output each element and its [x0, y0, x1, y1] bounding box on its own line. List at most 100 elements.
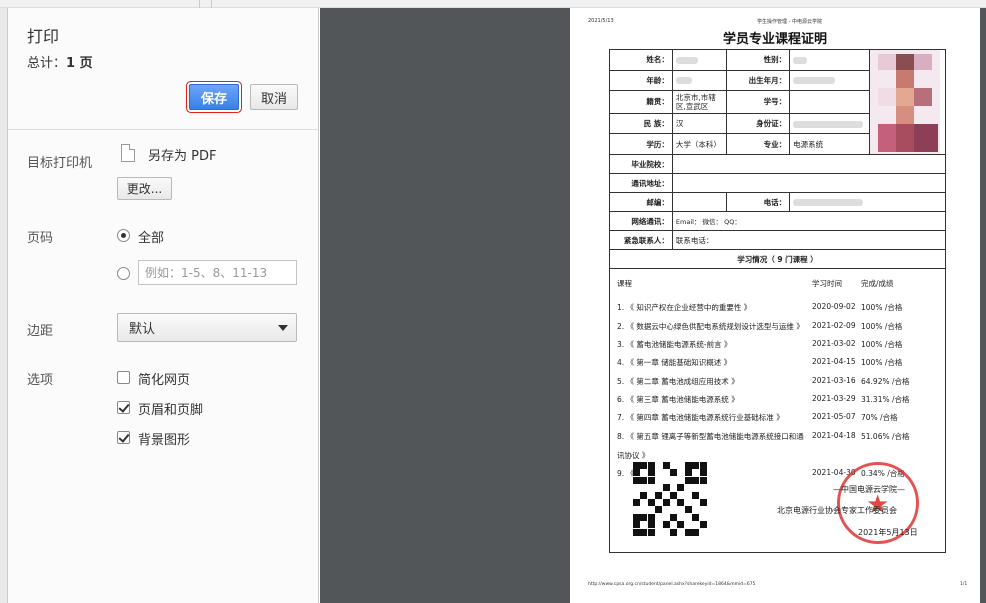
qr-module — [640, 528, 648, 536]
qr-module — [655, 506, 663, 514]
preview-page: 2021/5/13 学生操作管理 - 中电源云学院 学员专业课程证明 姓名： 性… — [570, 8, 980, 603]
qr-module — [655, 491, 663, 499]
qr-module — [699, 521, 707, 529]
table-cell: 身份证： — [726, 112, 791, 135]
headers-footers-checkbox[interactable] — [117, 401, 130, 414]
page-total-label: 总计： — [27, 56, 67, 71]
table-cell — [789, 90, 871, 114]
table-cell — [671, 49, 728, 71]
table-cell — [671, 173, 947, 193]
table-cell: 邮编： — [609, 192, 673, 212]
course-result: 70% /合格 — [861, 413, 898, 422]
qr-module — [662, 521, 670, 529]
qr-module — [692, 462, 700, 469]
qr-module — [640, 491, 648, 499]
page-header-date: 2021/5/13 — [588, 18, 614, 24]
column-header-time: 学习时间 — [812, 279, 842, 288]
table-cell — [671, 192, 728, 212]
document-icon — [121, 144, 135, 162]
table-cell: 专业： — [726, 133, 791, 155]
table-row: 姓名： 性别： — [609, 49, 946, 155]
table-cell — [789, 112, 871, 135]
pages-all-radio[interactable] — [117, 229, 130, 242]
signature-org2: 北京电源行业协会专家工作委员会 — [777, 506, 897, 515]
course-result: 100% /合格 — [861, 340, 903, 349]
margins-select[interactable]: 默认 — [117, 313, 297, 342]
course-row: 8. 《 第五章 锂离子等新型蓄电池储能电源系统接口和通 2021-04-18 51… — [617, 431, 942, 443]
qr-module — [684, 528, 692, 536]
qr-module — [670, 513, 677, 521]
qr-module — [633, 528, 640, 536]
qr-module — [677, 521, 685, 529]
qr-module — [684, 476, 692, 484]
course-time: 2021-03-16 — [812, 376, 856, 385]
pages-custom-input[interactable]: 例如：1-5、8、11-13 — [138, 260, 297, 285]
table-row: 网络通讯： Email： 微信： QQ： — [609, 211, 947, 231]
redacted-value — [793, 56, 808, 64]
column-header-result: 完成/成绩 — [861, 279, 894, 288]
course-result: 64.92% /合格 — [861, 377, 910, 386]
course-course: 3. 《 蓄电池储能电源系统-前言 》 — [617, 340, 732, 349]
table-cell: 年龄： — [609, 69, 673, 92]
photo-cell — [869, 49, 946, 155]
table-cell — [789, 49, 871, 71]
course-time: 2021-02-09 — [812, 321, 856, 330]
qr-module — [640, 476, 648, 484]
table-row: 毕业院校： — [609, 154, 947, 174]
tab-strip-segment — [200, 0, 212, 8]
course-time: 2021-03-02 — [812, 339, 856, 348]
simplify-page-checkbox[interactable] — [117, 371, 130, 384]
qr-module — [647, 528, 655, 536]
signature-org1: —中国电源云学院— — [833, 485, 905, 494]
course-course: 4. 《 第一章 储能基础知识概述 》 — [617, 358, 732, 367]
student-info-table: 姓名： 性别： 年龄： 出生年月： 籍贯： 北京市,市辖区,宣武区 学号： 民 … — [609, 49, 947, 269]
course-time: 2021-04-18 — [812, 431, 856, 440]
qr-module — [647, 499, 655, 506]
course-course: 讯协议 》 — [617, 451, 650, 460]
qr-module — [633, 499, 640, 506]
redacted-value — [675, 56, 698, 64]
redacted-value — [793, 199, 864, 206]
course-result: 100% /合格 — [861, 322, 903, 331]
qr-module — [677, 499, 685, 506]
table-row: 邮编： 电话： — [609, 192, 946, 212]
qr-module — [647, 462, 655, 469]
qr-module — [692, 528, 700, 536]
qr-module — [633, 469, 640, 477]
course-row: 3. 《 蓄电池储能电源系统-前言 》 2021-03-02 100% /合格 — [617, 339, 942, 351]
table-cell: 联系电话： — [671, 230, 947, 250]
course-course: 8. 《 第五章 锂离子等新型蓄电池储能电源系统接口和通 — [617, 432, 804, 441]
save-button[interactable]: 保存 — [189, 84, 239, 110]
course-time: 2021-04-15 — [812, 357, 856, 366]
change-destination-button[interactable]: 更改... — [117, 177, 172, 200]
background-graphics-checkbox[interactable] — [117, 431, 130, 444]
course-result: 51.06% /合格 — [861, 432, 910, 441]
course-course: 6. 《 第三章 蓄电池储能电源系统 》 — [617, 395, 739, 404]
page-total-value: 1 页 — [66, 56, 93, 71]
course-row: 7. 《 第四章 蓄电池储能电源系统行业基础标准 》 2021-05-07 70% … — [617, 412, 942, 424]
qr-module — [633, 513, 640, 521]
pages-custom-radio[interactable] — [117, 267, 130, 280]
print-preview-area[interactable]: 2021/5/13 学生操作管理 - 中电源云学院 学员专业课程证明 姓名： 性… — [320, 8, 986, 603]
course-row: 6. 《 第三章 蓄电池储能电源系统 》 2021-03-29 31.31% /合格 — [617, 394, 942, 406]
cancel-button[interactable]: 取消 — [250, 84, 298, 110]
table-cell: 出生年月： — [726, 69, 791, 92]
course-course: 7. 《 第四章 蓄电池储能电源系统行业基础标准 》 — [617, 413, 784, 422]
destination-printer-name: 另存为 PDF — [148, 149, 217, 164]
qr-module — [699, 476, 707, 484]
table-cell — [671, 69, 728, 92]
qr-module — [699, 462, 707, 469]
qr-module — [692, 476, 700, 484]
table-cell: 北京市,市辖区,宣武区 — [671, 90, 728, 114]
qr-module — [647, 513, 655, 521]
qr-module — [699, 469, 707, 477]
print-dialog-title: 打印 — [27, 27, 60, 46]
background-graphics-label: 背景图形 — [138, 433, 191, 448]
table-cell — [671, 154, 947, 174]
chevron-down-icon — [278, 325, 288, 331]
browser-top-strip — [0, 0, 986, 8]
options-label: 选项 — [27, 373, 54, 388]
qr-module — [662, 484, 670, 492]
qr-module — [699, 499, 707, 506]
qr-module — [640, 513, 648, 521]
